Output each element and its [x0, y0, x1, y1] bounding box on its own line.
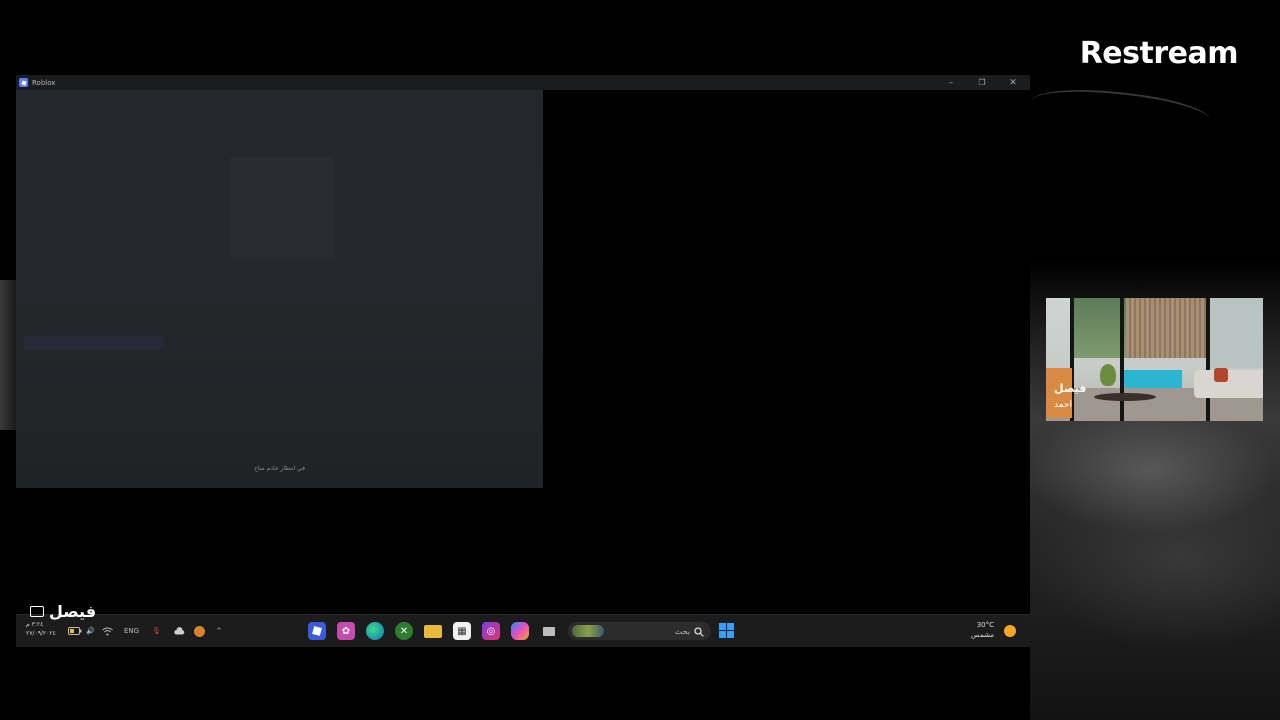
clock-date: ٢٧/٠٩/٢٠٢٤	[26, 630, 56, 637]
cam-sofa	[1194, 370, 1263, 398]
language-indicator[interactable]: ENG	[124, 623, 139, 639]
wifi-icon[interactable]	[102, 623, 113, 639]
taskbar-copilot-button[interactable]	[511, 622, 529, 640]
chevron-up-icon[interactable]: ^	[216, 623, 222, 639]
cam-pool	[1122, 370, 1182, 388]
taskbar-file-explorer-button[interactable]	[424, 623, 442, 639]
search-highlight-image	[572, 625, 604, 637]
cam-fence	[1126, 298, 1206, 358]
cam-beam	[1206, 298, 1210, 421]
app-tray-icon[interactable]	[194, 623, 205, 639]
taskbar-roblox-button[interactable]	[308, 622, 326, 640]
clock-time: ٣:٢٤ م	[26, 621, 44, 628]
taskbar-edge-button[interactable]	[366, 622, 384, 640]
game-thumbnail-placeholder	[230, 157, 334, 257]
weather-condition: مشمس	[971, 631, 994, 639]
streamer-name-overlay: فيصل	[30, 602, 96, 621]
taskbar-store-button[interactable]: ▦	[453, 622, 471, 640]
cam-wall	[1206, 298, 1263, 368]
close-button[interactable]: ✕	[999, 75, 1027, 90]
loading-status-text: في انتظار خادم متاح	[253, 465, 306, 472]
weather-temp: 30°C	[976, 621, 994, 629]
background-left-strip	[0, 280, 16, 430]
restream-logo: Restream	[1079, 36, 1239, 71]
weather-widget[interactable]: 30°C مشمس	[971, 620, 994, 640]
sun-icon	[1004, 625, 1016, 637]
cam-plant	[1100, 364, 1116, 386]
volume-icon[interactable]: 🔊	[86, 623, 95, 639]
battery-icon[interactable]	[68, 623, 82, 639]
roblox-loading-panel: في انتظار خادم متاح	[16, 90, 543, 488]
taskbar-discord-button[interactable]: ✿	[337, 622, 355, 640]
cam-overlay-subname: احمد	[1054, 400, 1072, 410]
taskbar: ٣:٢٤ م ٢٧/٠٩/٢٠٢٤ 🔊 ENG 🎙 ^ ✿ ✕ ▦ ◎ بحث …	[16, 614, 1030, 647]
minimize-button[interactable]: –	[937, 75, 965, 90]
window-title: Roblox	[32, 78, 56, 87]
streamer-name: فيصل	[49, 602, 97, 621]
roblox-icon	[19, 78, 28, 87]
webcam-overlay: فيصل احمد	[1046, 298, 1263, 421]
restore-button[interactable]: ❐	[968, 75, 996, 90]
taskbar-instagram-button[interactable]: ◎	[482, 622, 500, 640]
taskbar-search-box[interactable]: بحث	[568, 622, 711, 640]
taskbar-task-view-button[interactable]	[540, 623, 558, 639]
cam-trees	[1074, 298, 1126, 358]
cloud-icon[interactable]	[173, 623, 185, 639]
cam-pillow	[1214, 368, 1228, 382]
search-icon	[694, 622, 704, 641]
start-button[interactable]	[719, 623, 735, 639]
microphone-icon[interactable]: 🎙	[152, 623, 161, 639]
cam-table	[1094, 393, 1156, 401]
window-titlebar[interactable]: Roblox – ❐ ✕	[16, 75, 1030, 90]
cam-beam	[1120, 298, 1124, 421]
chat-icon	[30, 606, 44, 617]
taskbar-xbox-button[interactable]: ✕	[395, 622, 413, 640]
roblox-window: Roblox – ❐ ✕ في انتظار خادم متاح	[16, 75, 1030, 646]
cam-overlay-name: فيصل	[1054, 382, 1087, 395]
taskbar-clock[interactable]: ٣:٢٤ م ٢٧/٠٩/٢٠٢٤	[26, 620, 56, 638]
loading-shimmer	[24, 336, 164, 350]
search-placeholder: بحث	[674, 626, 690, 636]
